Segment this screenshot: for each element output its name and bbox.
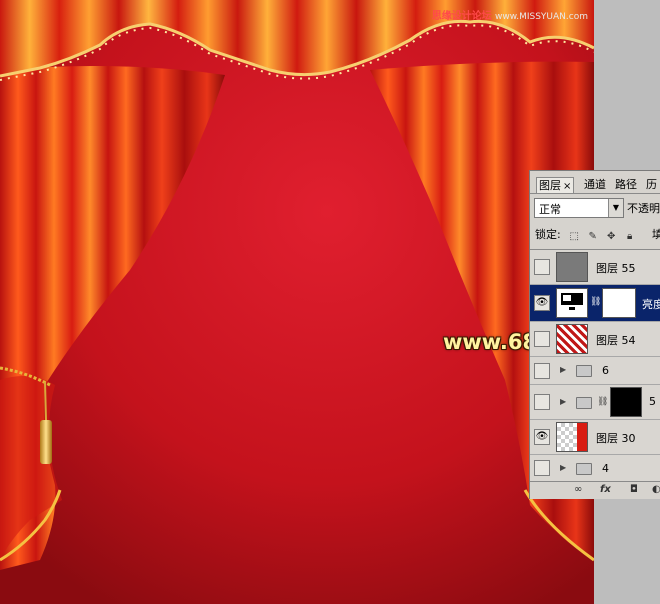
group-mask-thumbnail: [610, 387, 642, 417]
watermark-top-en: www.MISSYUAN.com: [494, 12, 588, 22]
blend-mode-value: 正常: [539, 203, 561, 216]
layer-thumbnail: [556, 324, 588, 354]
layer-name: 亮度: [642, 298, 660, 311]
visibility-toggle[interactable]: [534, 394, 550, 410]
panel-tabs: 图层 × 通道 路径 历: [530, 177, 660, 194]
layer-group-row[interactable]: ▶ ⛓ 5: [530, 385, 660, 420]
canvas-artwork: 思缘设计论坛 www.MISSYUAN.com: [0, 0, 594, 604]
chevron-down-icon[interactable]: ▼: [608, 199, 623, 217]
link-icon: ⛓: [590, 297, 602, 307]
group-name: 5: [649, 395, 656, 408]
layer-row-selected[interactable]: 👁︎ ⛓ 亮度: [530, 285, 660, 322]
curtain-artwork: [0, 0, 594, 604]
lock-paint-icon[interactable]: ✎: [588, 232, 598, 242]
visibility-toggle[interactable]: [534, 363, 550, 379]
lock-transparent-icon[interactable]: ⬚: [569, 232, 579, 242]
layer-name: 图层 30: [596, 432, 636, 445]
layers-panel: 图层× 通道 路径 历 正常 ▼ 不透明 锁定: ⬚ ✎ ✥ 🔒︎ 填 图层 5…: [529, 170, 660, 499]
adjustment-layer-icon[interactable]: ◐: [652, 484, 660, 495]
lock-row: 锁定: ⬚ ✎ ✥ 🔒︎ 填: [535, 226, 660, 242]
layer-thumbnail: [556, 422, 588, 452]
visibility-toggle[interactable]: [534, 259, 550, 275]
folder-icon: [576, 397, 592, 409]
adjustment-icon: [556, 288, 588, 318]
watermark-top-cn: 思缘设计论坛: [431, 11, 492, 22]
panel-bottom-toolbar: ∞ fx ◘ ◐: [530, 481, 660, 499]
fx-icon[interactable]: fx: [600, 484, 611, 495]
lock-label: 锁定:: [535, 228, 561, 241]
group-name: 6: [602, 364, 609, 377]
tab-channels[interactable]: 通道: [582, 177, 608, 192]
tab-paths[interactable]: 路径: [613, 177, 639, 192]
eye-icon[interactable]: 👁︎: [534, 429, 550, 445]
eye-icon[interactable]: 👁︎: [534, 295, 550, 311]
layer-group-row[interactable]: ▶ 6: [530, 357, 660, 385]
expand-triangle-icon[interactable]: ▶: [560, 397, 566, 406]
expand-triangle-icon[interactable]: ▶: [560, 463, 566, 472]
visibility-toggle[interactable]: [534, 460, 550, 476]
layer-name: 图层 54: [596, 334, 636, 347]
tab-close-icon[interactable]: ×: [563, 181, 571, 192]
tab-layers[interactable]: 图层 ×: [536, 177, 575, 193]
tab-layers-label: 图层: [539, 179, 561, 192]
link-icon: ⛓: [597, 397, 609, 407]
layer-name: 图层 55: [596, 262, 636, 275]
expand-triangle-icon[interactable]: ▶: [560, 365, 566, 374]
layer-mask-thumbnail: [602, 288, 636, 318]
fill-label: 填: [652, 226, 660, 242]
folder-icon: [576, 365, 592, 377]
layer-row[interactable]: 图层 54: [530, 322, 660, 357]
watermark-top: 思缘设计论坛 www.MISSYUAN.com: [432, 7, 588, 22]
lock-all-icon[interactable]: 🔒︎: [625, 232, 635, 242]
layer-group-row[interactable]: ▶ 4: [530, 455, 660, 483]
visibility-toggle[interactable]: [534, 331, 550, 347]
group-name: 4: [602, 462, 609, 475]
layer-row[interactable]: 图层 55: [530, 250, 660, 285]
lock-move-icon[interactable]: ✥: [606, 232, 616, 242]
add-mask-icon[interactable]: ◘: [630, 484, 638, 495]
blend-mode-select[interactable]: 正常 ▼: [534, 198, 624, 218]
link-layers-icon[interactable]: ∞: [574, 484, 582, 495]
tab-history[interactable]: 历: [644, 177, 659, 192]
layer-row[interactable]: 👁︎ 图层 30: [530, 420, 660, 455]
layers-list: 图层 55 👁︎ ⛓ 亮度 图层 54 ▶ 6: [530, 249, 660, 483]
layer-thumbnail: [556, 252, 588, 282]
opacity-label: 不透明: [627, 202, 660, 215]
folder-icon: [576, 463, 592, 475]
